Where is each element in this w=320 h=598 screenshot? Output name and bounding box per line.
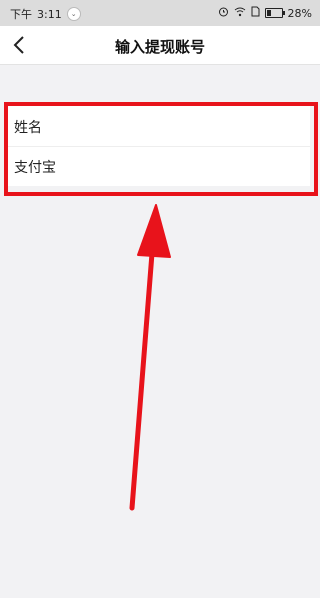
- notification-badge-icon: ⌄: [66, 7, 81, 21]
- annotation-arrow: [129, 204, 171, 511]
- alarm-icon: [218, 6, 229, 20]
- time-period: 下午: [10, 8, 32, 21]
- status-bar-right: 28%: [218, 6, 312, 20]
- status-bar-left: 下午 3:11 ⌄: [10, 6, 81, 22]
- status-bar: 下午 3:11 ⌄ 28%: [0, 0, 320, 26]
- time-value: 3:11: [37, 7, 62, 21]
- sim-icon: [251, 6, 260, 20]
- battery-fill: [266, 10, 271, 16]
- page-title: 输入提现账号: [114, 38, 205, 56]
- wifi-icon: [234, 7, 246, 20]
- battery-icon: [264, 8, 285, 18]
- highlight-box: [4, 102, 318, 196]
- header: 输入提现账号: [0, 26, 320, 65]
- battery-percent: 28%: [287, 6, 312, 20]
